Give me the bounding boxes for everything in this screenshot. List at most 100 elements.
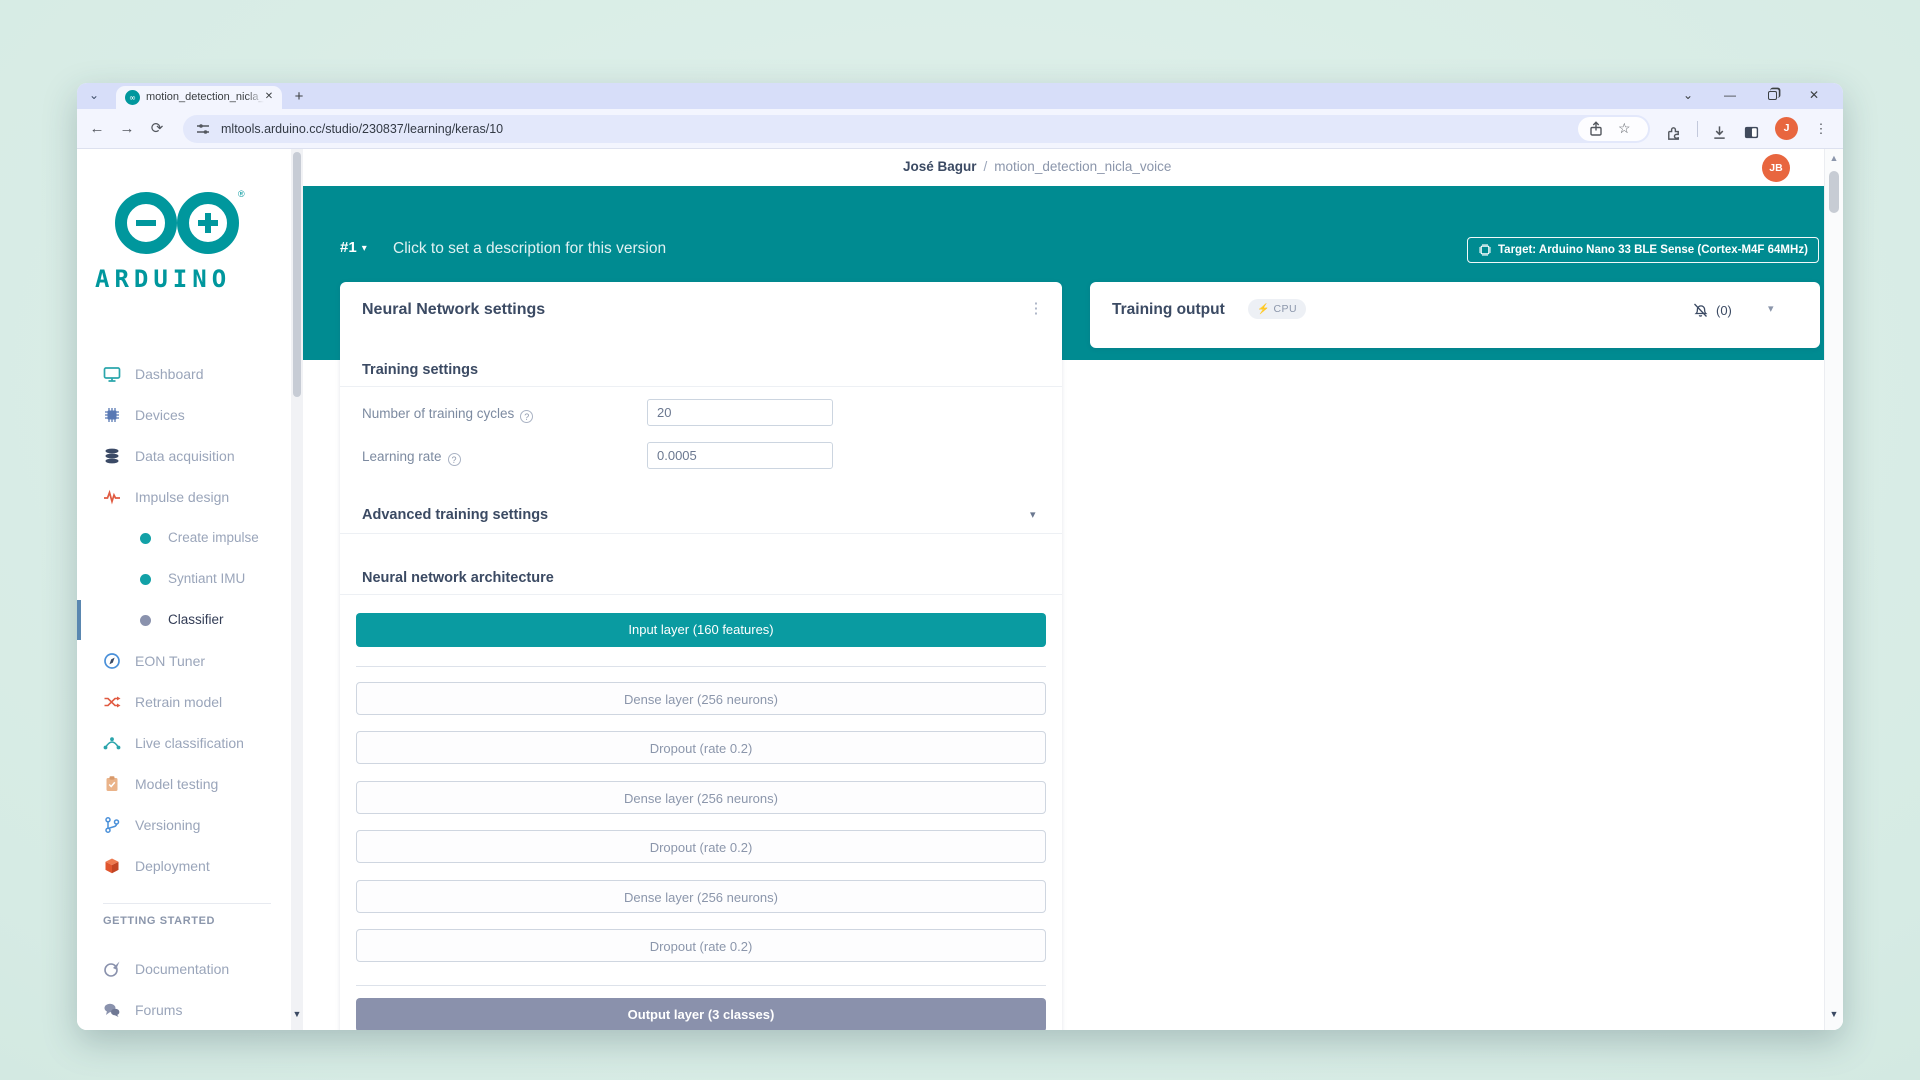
compass-icon	[103, 652, 121, 670]
learning-rate-input[interactable]	[647, 442, 833, 469]
shuffle-icon	[103, 693, 121, 711]
sidebar-item-data-acquisition[interactable]: Data acquisition	[77, 441, 289, 471]
chevron-down-icon[interactable]: ▾	[1030, 508, 1036, 521]
help-icon[interactable]: ?	[448, 453, 461, 466]
card-menu-kebab-icon[interactable]: ⋮	[1028, 299, 1044, 321]
arduino-logo[interactable]: ®	[110, 187, 246, 265]
version-dropdown[interactable]: #1	[340, 239, 357, 256]
sidebar-item-impulse-design[interactable]: Impulse design	[77, 482, 289, 512]
divider	[340, 386, 1062, 387]
layer-dropout-2[interactable]: Dropout (rate 0.2)	[356, 830, 1046, 863]
sidebar-item-classifier[interactable]: Classifier	[77, 605, 289, 635]
training-cycles-input[interactable]	[647, 399, 833, 426]
user-avatar[interactable]: JB	[1762, 154, 1790, 182]
new-tab-button[interactable]: +	[289, 87, 309, 107]
layer-input[interactable]: Input layer (160 features)	[356, 613, 1046, 647]
toolbar-divider	[1697, 121, 1698, 137]
url-text: mltools.arduino.cc/studio/230837/learnin…	[221, 122, 503, 136]
dot-icon	[140, 615, 151, 626]
layer-output[interactable]: Output layer (3 classes)	[356, 998, 1046, 1030]
svg-text:®: ®	[238, 189, 245, 199]
reload-button[interactable]: ⟳	[145, 117, 169, 141]
breadcrumb-user[interactable]: José Bagur	[903, 159, 977, 174]
curve-icon	[103, 734, 121, 752]
side-panel-icon[interactable]	[1743, 124, 1760, 141]
site-settings-icon[interactable]	[195, 121, 211, 137]
layer-dense-3[interactable]: Dense layer (256 neurons)	[356, 880, 1046, 913]
architecture-header: Neural network architecture	[362, 570, 554, 586]
back-button[interactable]: ←	[85, 117, 109, 141]
branch-icon	[103, 816, 121, 834]
sidebar-item-documentation[interactable]: Documentation	[77, 954, 289, 984]
chevron-down-icon[interactable]: ▾	[362, 243, 367, 254]
page-scrollbar[interactable]: ▲ ▼	[1824, 149, 1843, 1030]
desktop-background: ⌄ ∞ motion_detection_nicla_voice - C ✕ +…	[0, 0, 1920, 1080]
sidebar-item-eon-tuner[interactable]: EON Tuner	[77, 646, 289, 676]
layer-dropout-3[interactable]: Dropout (rate 0.2)	[356, 929, 1046, 962]
download-icon[interactable]	[1711, 124, 1728, 141]
clipboard-icon	[103, 775, 121, 793]
forward-button[interactable]: →	[115, 117, 139, 141]
share-icon[interactable]	[1588, 121, 1604, 137]
advanced-settings-header[interactable]: Advanced training settings	[362, 507, 548, 523]
arduino-favicon: ∞	[125, 90, 140, 105]
browser-profile-avatar[interactable]: J	[1775, 117, 1798, 140]
breadcrumb-project[interactable]: motion_detection_nicla_voice	[994, 159, 1171, 174]
notifications-muted-icon[interactable]	[1692, 302, 1709, 319]
scroll-down-icon[interactable]: ▼	[1825, 1009, 1843, 1019]
sidebar-scrollbar[interactable]: ▼	[291, 149, 303, 1030]
box-icon	[103, 857, 121, 875]
browser-window: ⌄ ∞ motion_detection_nicla_voice - C ✕ +…	[77, 83, 1843, 1030]
sidebar-item-live-classification[interactable]: Live classification	[77, 728, 289, 758]
card-title: Neural Network settings	[362, 301, 545, 319]
help-icon[interactable]: ?	[520, 410, 533, 423]
chevron-down-icon[interactable]: ▾	[1768, 302, 1774, 315]
sidebar-item-model-testing[interactable]: Model testing	[77, 769, 289, 799]
version-description[interactable]: Click to set a description for this vers…	[393, 240, 993, 258]
layer-dense-2[interactable]: Dense layer (256 neurons)	[356, 781, 1046, 814]
arduino-wordmark: ARDUINO	[95, 265, 231, 293]
chip-icon	[103, 406, 121, 424]
browser-menu-kebab-icon[interactable]: ⋮	[1813, 117, 1829, 141]
window-restore-button[interactable]	[1757, 83, 1787, 109]
window-minimize-button[interactable]: —	[1715, 83, 1745, 109]
monitor-icon	[103, 365, 121, 383]
version-bar: #1▾ Click to set a description for this …	[340, 239, 367, 267]
neural-network-settings-card: Neural Network settings ⋮ Training setti…	[340, 282, 1062, 1030]
sidebar-scroll-thumb[interactable]	[293, 152, 301, 397]
layer-dense-1[interactable]: Dense layer (256 neurons)	[356, 682, 1046, 715]
sidebar-item-forums[interactable]: Forums	[77, 995, 289, 1025]
target-device-chip[interactable]: Target: Arduino Nano 33 BLE Sense (Corte…	[1467, 237, 1819, 263]
learning-rate-label: Learning rate?	[362, 449, 461, 466]
divider	[340, 533, 1062, 534]
sidebar-item-syntiant-imu[interactable]: Syntiant IMU	[77, 564, 289, 594]
tab-search-button[interactable]: ⌄	[84, 86, 104, 106]
scroll-up-icon[interactable]: ▲	[1825, 153, 1843, 163]
sidebar-scroll-down-icon[interactable]: ▼	[291, 1009, 303, 1019]
training-output-card: Training output ⚡ CPU (0) ▾	[1090, 282, 1820, 348]
training-settings-header: Training settings	[362, 362, 478, 378]
extensions-puzzle-icon[interactable]	[1665, 124, 1682, 141]
pulse-icon	[103, 488, 121, 506]
window-close-button[interactable]: ✕	[1799, 83, 1829, 109]
docs-icon	[103, 960, 121, 978]
sidebar-item-create-impulse[interactable]: Create impulse	[77, 523, 289, 553]
target-device-label: Target: Arduino Nano 33 BLE Sense (Corte…	[1498, 244, 1808, 256]
main-area: José Bagur/motion_detection_nicla_voice …	[303, 149, 1824, 1030]
sidebar-item-deployment[interactable]: Deployment	[77, 851, 289, 881]
sidebar-divider	[103, 903, 271, 904]
page-scroll-thumb[interactable]	[1829, 171, 1839, 213]
bookmark-star-icon[interactable]: ☆	[1618, 120, 1631, 137]
training-cycles-label: Number of training cycles?	[362, 406, 533, 423]
sidebar-item-dashboard[interactable]: Dashboard	[77, 359, 289, 389]
sidebar-item-retrain-model[interactable]: Retrain model	[77, 687, 289, 717]
window-chevron-button[interactable]: ⌄	[1673, 83, 1703, 109]
address-bar[interactable]: mltools.arduino.cc/studio/230837/learnin…	[183, 115, 1650, 143]
layer-divider	[356, 985, 1046, 986]
tab-close-icon[interactable]: ✕	[262, 90, 276, 104]
sidebar-item-devices[interactable]: Devices	[77, 400, 289, 430]
browser-tab[interactable]: ∞ motion_detection_nicla_voice - C ✕	[116, 86, 282, 109]
layer-dropout-1[interactable]: Dropout (rate 0.2)	[356, 731, 1046, 764]
sidebar-item-versioning[interactable]: Versioning	[77, 810, 289, 840]
cpu-badge: ⚡ CPU	[1248, 299, 1306, 319]
